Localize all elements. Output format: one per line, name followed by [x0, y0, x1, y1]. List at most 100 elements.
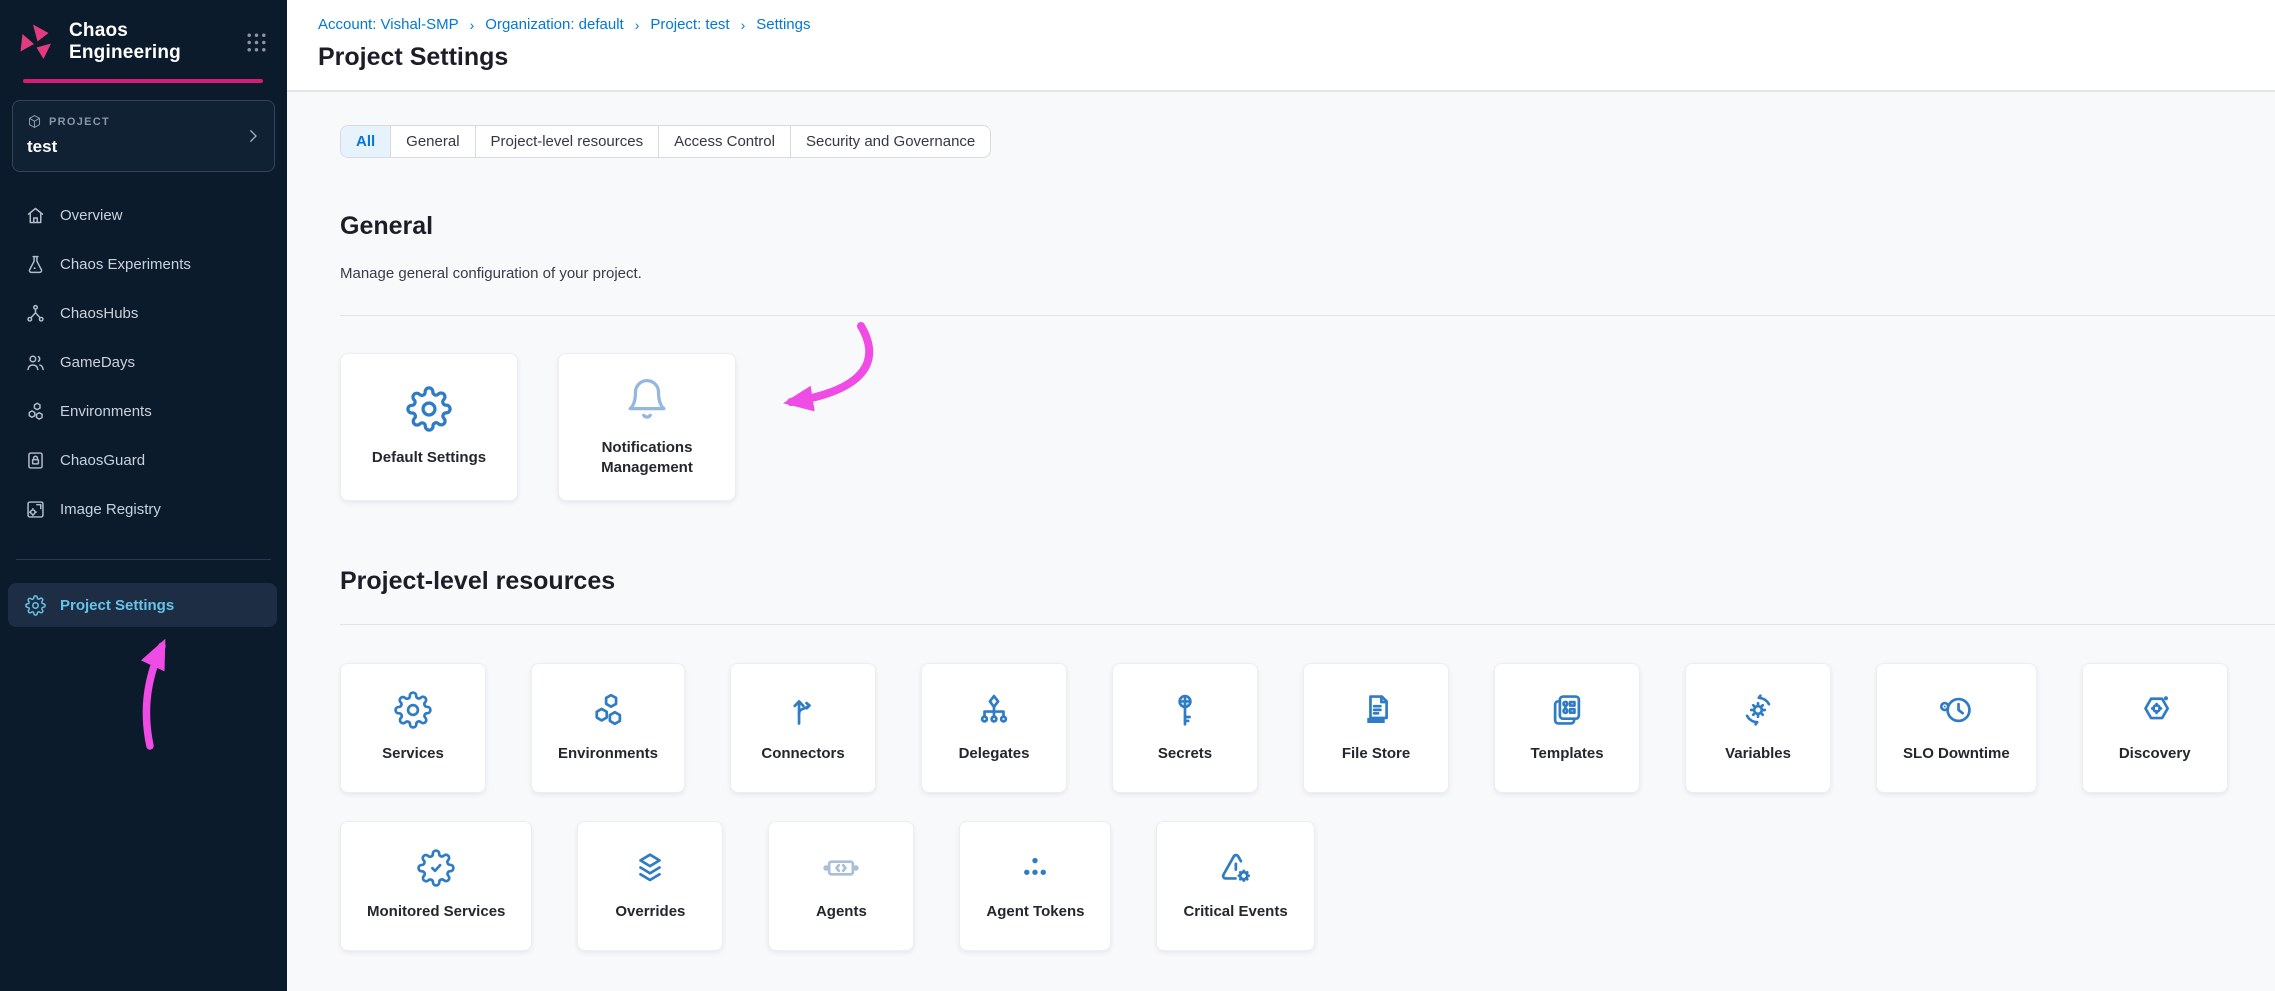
agents-icon — [822, 849, 860, 887]
annotation-arrow-up — [124, 630, 188, 754]
chaos-logo-icon — [14, 20, 58, 64]
card-label: Templates — [1530, 744, 1603, 764]
breadcrumb-link-account-vishal-smp[interactable]: Account: Vishal-SMP — [318, 16, 459, 33]
card-discovery[interactable]: Discovery — [2082, 663, 2228, 793]
brand-row: Chaos Engineering — [0, 0, 287, 64]
flask-icon — [25, 254, 46, 275]
card-file-store[interactable]: File Store — [1303, 663, 1449, 793]
fork-icon — [784, 691, 822, 729]
card-monitored-services[interactable]: Monitored Services — [340, 821, 532, 951]
card-label: Default Settings — [372, 448, 486, 468]
card-label: Overrides — [615, 902, 685, 922]
card-label: Agents — [816, 902, 867, 922]
sidebar-item-label: Overview — [60, 207, 123, 224]
section-desc-general: Manage general configuration of your pro… — [340, 263, 2275, 284]
project-selector-label: PROJECT — [49, 116, 110, 128]
project-selector-value: test — [27, 137, 260, 157]
general-cards: Default Settings Notifications Management — [340, 353, 2275, 501]
breadcrumb-link-project-test[interactable]: Project: test — [650, 16, 729, 33]
bell-icon — [624, 376, 670, 422]
sidebar-item-label: Chaos Experiments — [60, 256, 191, 273]
card-slo-downtime[interactable]: SLO Downtime — [1876, 663, 2037, 793]
card-connectors[interactable]: Connectors — [730, 663, 876, 793]
tab-general[interactable]: General — [391, 126, 475, 157]
sidebar-divider — [16, 559, 271, 560]
card-label: Critical Events — [1183, 902, 1287, 922]
gear-icon — [394, 691, 432, 729]
sidebar-item-image-registry[interactable]: Image Registry — [0, 485, 287, 534]
card-label: Delegates — [959, 744, 1030, 764]
card-label: Notifications Management — [573, 438, 721, 479]
project-selector[interactable]: PROJECT test — [12, 100, 275, 172]
breadcrumb-link-organization-default[interactable]: Organization: default — [485, 16, 623, 33]
card-notifications-management[interactable]: Notifications Management — [558, 353, 736, 501]
templates-icon — [1548, 691, 1586, 729]
card-agent-tokens[interactable]: Agent Tokens — [959, 821, 1111, 951]
card-label: SLO Downtime — [1903, 744, 2010, 764]
gear-icon — [25, 595, 46, 616]
card-overrides[interactable]: Overrides — [577, 821, 723, 951]
card-default-settings[interactable]: Default Settings — [340, 353, 518, 501]
brand-title: Chaos Engineering — [69, 20, 233, 64]
variables-icon — [1739, 691, 1777, 729]
page-header: Account: Vishal-SMP › Organization: defaul… — [287, 0, 2275, 92]
divider — [340, 315, 2275, 316]
card-secrets[interactable]: Secrets — [1112, 663, 1258, 793]
breadcrumb: Account: Vishal-SMP › Organization: defaul… — [318, 16, 2275, 33]
card-label: Discovery — [2119, 744, 2191, 764]
card-environments[interactable]: Environments — [531, 663, 685, 793]
registry-icon — [25, 499, 46, 520]
card-label: Monitored Services — [367, 902, 505, 922]
key-icon — [1166, 691, 1204, 729]
card-label: Services — [382, 744, 444, 764]
shield-lock-icon — [25, 450, 46, 471]
cube-icon — [27, 114, 42, 129]
breadcrumb-separator: › — [635, 17, 640, 33]
breadcrumb-separator: › — [741, 17, 746, 33]
sidebar-item-label: Environments — [60, 403, 152, 420]
hub-icon — [25, 303, 46, 324]
breadcrumb-separator: › — [470, 17, 475, 33]
discovery-icon — [2136, 691, 2174, 729]
sidebar-item-environments[interactable]: Environments — [0, 387, 287, 436]
project-selector-label-row: PROJECT — [27, 114, 260, 129]
tab-project-level-resources[interactable]: Project-level resources — [476, 126, 660, 157]
card-label: File Store — [1342, 744, 1410, 764]
resource-cards-row-2: Monitored Services Overrides Agents Agent T… — [340, 821, 2275, 951]
card-label: Variables — [1725, 744, 1791, 764]
sidebar-item-project-settings[interactable]: Project Settings — [8, 583, 277, 627]
card-label: Secrets — [1158, 744, 1212, 764]
users-icon — [25, 352, 46, 373]
hexagons-icon — [589, 691, 627, 729]
card-agents[interactable]: Agents — [768, 821, 914, 951]
card-variables[interactable]: Variables — [1685, 663, 1831, 793]
card-label: Environments — [558, 744, 658, 764]
sidebar-item-label: GameDays — [60, 354, 135, 371]
sidebar-item-chaoshubs[interactable]: ChaosHubs — [0, 289, 287, 338]
sidebar-item-chaosguard[interactable]: ChaosGuard — [0, 436, 287, 485]
card-services[interactable]: Services — [340, 663, 486, 793]
gear-icon — [406, 386, 452, 432]
tab-access-control[interactable]: Access Control — [659, 126, 791, 157]
section-title-resources: Project-level resources — [340, 566, 2275, 596]
card-delegates[interactable]: Delegates — [921, 663, 1067, 793]
sidebar-item-overview[interactable]: Overview — [0, 191, 287, 240]
layers-icon — [631, 849, 669, 887]
breadcrumb-link-settings[interactable]: Settings — [756, 16, 810, 33]
card-critical-events[interactable]: Critical Events — [1156, 821, 1314, 951]
card-templates[interactable]: Templates — [1494, 663, 1640, 793]
grid-icon[interactable] — [244, 30, 269, 55]
tab-bar: AllGeneralProject-level resourcesAccess … — [340, 125, 991, 158]
sidebar-item-label: Image Registry — [60, 501, 161, 518]
hexagons-icon — [25, 401, 46, 422]
sidebar-item-chaos-experiments[interactable]: Chaos Experiments — [0, 240, 287, 289]
main-area: Account: Vishal-SMP › Organization: defaul… — [287, 0, 2275, 991]
sidebar-item-label: ChaosGuard — [60, 452, 145, 469]
tab-all[interactable]: All — [341, 126, 391, 157]
tokens-icon — [1016, 849, 1054, 887]
tab-security-and-governance[interactable]: Security and Governance — [791, 126, 990, 157]
sidebar-item-gamedays[interactable]: GameDays — [0, 338, 287, 387]
file-icon — [1357, 691, 1395, 729]
card-label: Agent Tokens — [986, 902, 1084, 922]
app-window: Chaos Engineering PROJECT test Overview C… — [0, 0, 2275, 991]
